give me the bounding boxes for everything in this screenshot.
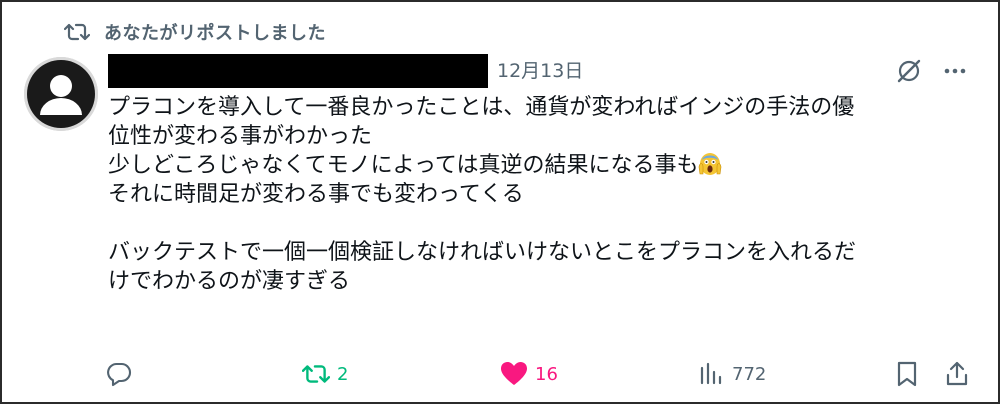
post-text-line-1: プラコンを導入して一番良かったことは、通貨が変わればインジの手法の優 [108,95,855,120]
bookmark-button[interactable] [890,354,924,394]
repost-icon [299,357,333,391]
post-date[interactable]: 12月13日 [497,56,583,83]
post-card[interactable]: あなたがリポストしました 12月13日 プラコンを導入して一番良かったことは、通… [0,0,1000,404]
post-top-actions [892,54,970,88]
avatar[interactable] [24,57,98,131]
views-count: 772 [732,363,767,385]
post-text-line-3: 少しどころじゃなくてモノによっては真逆の結果になる事も [108,153,699,178]
action-bar: 2 16 772 [102,354,982,394]
grok-icon[interactable] [892,54,926,88]
screaming-face-emoji [698,152,722,176]
post-text-line-6: バックテストで一個一個検証しなければいけないとこをプラコンを入れるだ [108,240,857,265]
repost-header: あなたがリポストしました [64,18,326,46]
bookmark-icon [890,357,924,391]
author-name-redacted[interactable] [108,54,488,88]
post-text-line-4: それに時間足が変わる事でも変わってくる [108,182,524,207]
heart-icon [497,357,531,391]
share-icon [940,357,974,391]
reply-button[interactable] [102,354,136,394]
post-text: プラコンを導入して一番良かったことは、通貨が変わればインジの手法の優 位性が変わ… [108,93,978,296]
like-count: 16 [535,363,558,385]
views-button[interactable]: 772 [694,354,766,394]
like-button[interactable]: 16 [497,354,558,394]
repost-count: 2 [337,363,349,385]
more-options-icon[interactable] [940,54,970,88]
repost-header-label: あなたがリポストしました [104,23,326,44]
share-button[interactable] [940,354,974,394]
views-icon [694,357,728,391]
post-text-line-7: けでわかるのが凄すぎる [108,269,351,294]
repost-button[interactable]: 2 [299,354,348,394]
reply-icon [102,357,136,391]
post-text-line-2: 位性が変わる事がわかった [108,124,373,149]
repost-icon [64,21,92,43]
